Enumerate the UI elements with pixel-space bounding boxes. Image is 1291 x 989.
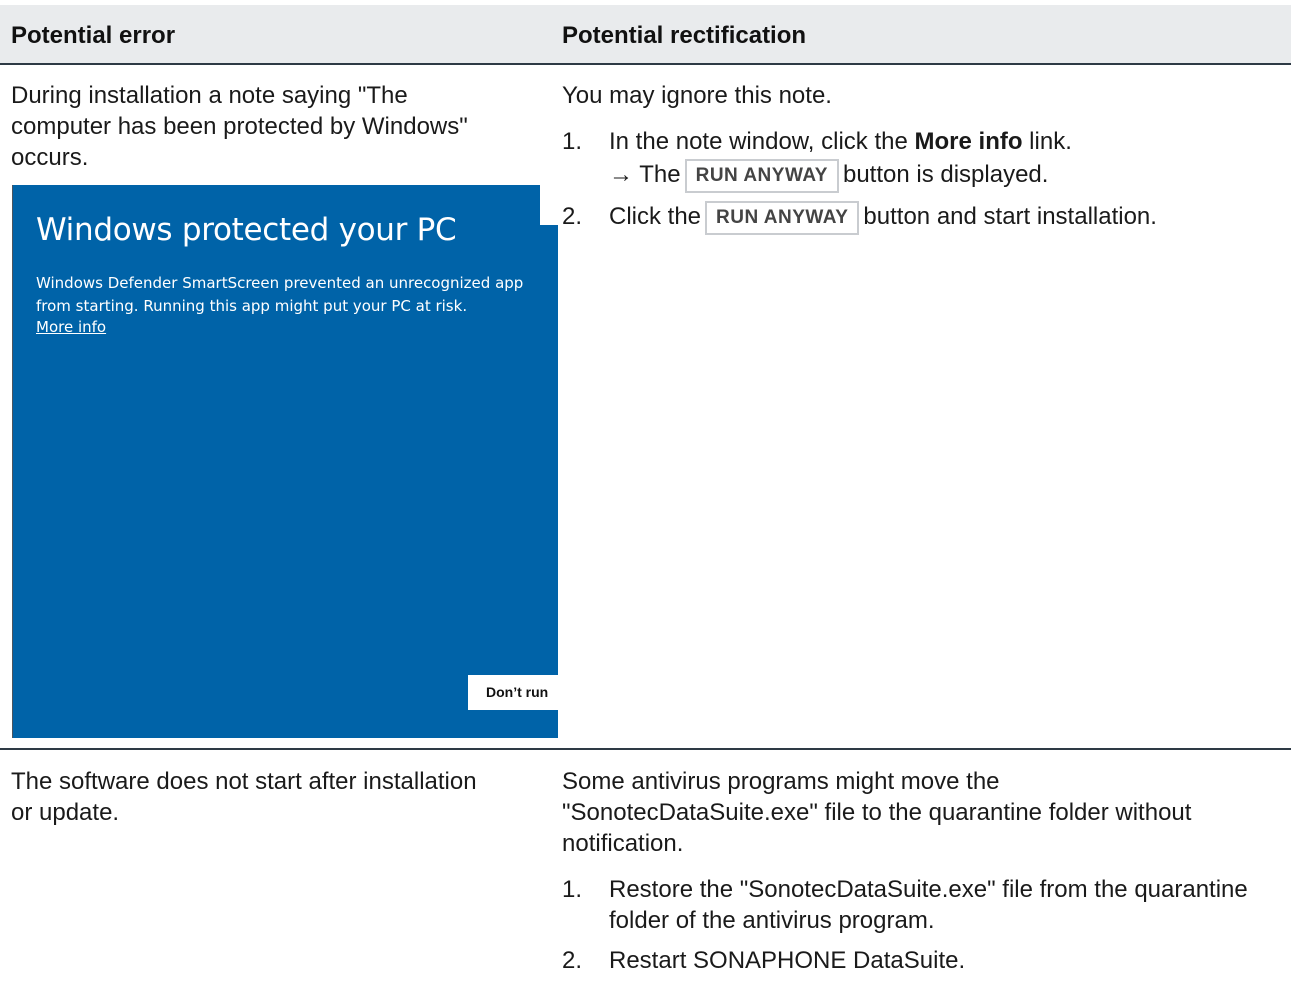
row2-intro-text: Some antivirus programs might move the "…	[562, 768, 1192, 857]
header-potential-error: Potential error	[11, 22, 176, 49]
row1-error-text: During installation a note saying "The c…	[11, 82, 468, 171]
list-item: 2. Restart SONAPHONE DataSuite.	[562, 945, 1262, 976]
row-divider	[0, 748, 1291, 750]
step-number: 1.	[562, 876, 583, 903]
step-text: link.	[1022, 128, 1072, 155]
run-anyway-button-label: RUN ANYWAY	[684, 159, 839, 193]
step-instruction: In the note window, click the More info …	[609, 126, 1287, 157]
more-info-bold: More info	[914, 128, 1023, 155]
dialog-more-info-link[interactable]: More info	[36, 318, 106, 336]
result-text: → The	[609, 161, 681, 188]
step-text: Restart SONAPHONE DataSuite.	[609, 947, 966, 974]
list-item: 2. Click the RUN ANYWAY button and start i…	[562, 201, 1287, 235]
step-text: button and start installation.	[863, 203, 1157, 230]
dialog-crop-edge	[540, 185, 560, 225]
run-anyway-button-label: RUN ANYWAY	[705, 201, 860, 235]
list-item: 1. Restore the "SonotecDataSuite.exe" fi…	[562, 874, 1262, 936]
step-instruction: Click the RUN ANYWAY button and start inst…	[609, 201, 1287, 235]
table-header: Potential error Potential rectification	[0, 5, 1291, 65]
step-number: 1.	[562, 128, 583, 155]
dialog-message: Windows Defender SmartScreen prevented a…	[36, 274, 524, 315]
step-text: Click the	[609, 203, 702, 230]
row2-error-text: The software does not start after instal…	[11, 768, 477, 826]
header-potential-rectification: Potential rectification	[562, 22, 807, 49]
smartscreen-dialog-image: Windows protected your PC Windows Defend…	[12, 185, 558, 738]
step-text: In the note window, click the	[609, 128, 915, 155]
result-text: button is displayed.	[842, 161, 1049, 188]
row2-steps-list: 1. Restore the "SonotecDataSuite.exe" fi…	[562, 874, 1262, 976]
step-number: 2.	[562, 203, 583, 230]
row1-steps-list: 1. In the note window, click the More in…	[562, 126, 1287, 235]
row1-intro-text: You may ignore this note.	[562, 82, 832, 109]
dialog-title: Windows protected your PC	[36, 212, 457, 248]
dialog-dont-run-button[interactable]: Don’t run	[468, 675, 558, 710]
step-text: Restore the "SonotecDataSuite.exe" file …	[609, 876, 1248, 934]
list-item: 1. In the note window, click the More in…	[562, 126, 1287, 193]
step-number: 2.	[562, 947, 583, 974]
step-result: → The RUN ANYWAY button is displayed.	[609, 159, 1287, 193]
